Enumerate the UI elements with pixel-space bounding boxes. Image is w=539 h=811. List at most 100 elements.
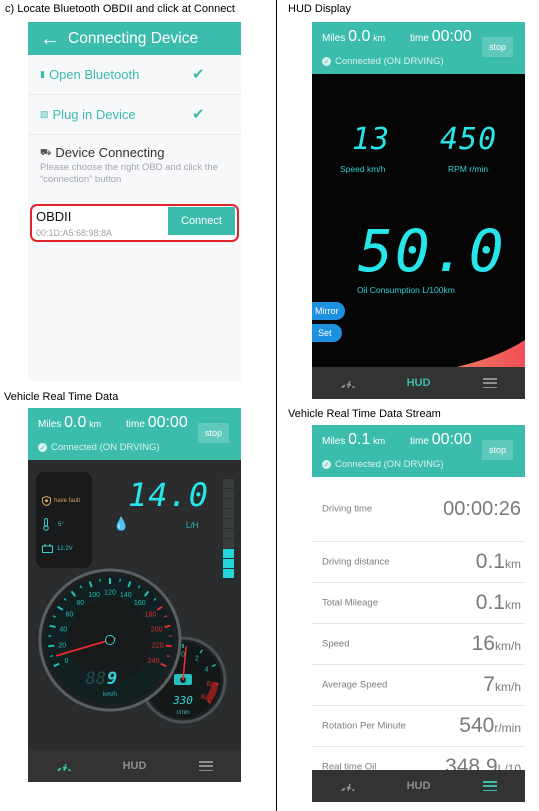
- fuel-bar-segment: [223, 509, 234, 518]
- temperature-value: 5°: [58, 521, 64, 528]
- tab-menu[interactable]: [465, 770, 515, 802]
- hud-rpm-value: 450: [440, 122, 498, 157]
- speedometer-tick-label: 220: [152, 642, 164, 649]
- value-number: 0.1: [475, 591, 505, 614]
- miles-unit: km: [89, 419, 102, 429]
- data-row-average-speed: Average Speed 7km/h: [312, 665, 525, 706]
- fuel-bar-segment: [223, 529, 234, 538]
- miles-label: Miles: [38, 419, 62, 430]
- value-unit: km/h: [494, 680, 521, 694]
- status-header: Miles 0.0 km time 00:00 ✓ Connected (ON …: [28, 408, 241, 460]
- mirror-button[interactable]: Mirror: [312, 302, 345, 320]
- miles-readout: Miles 0.1 km: [322, 431, 385, 449]
- speedometer-tick: [164, 624, 171, 629]
- battery-icon: [42, 544, 53, 553]
- connection-status: ✓ Connected (ON DRVING): [322, 459, 444, 470]
- set-button[interactable]: Set: [312, 324, 342, 342]
- thermometer-icon: [43, 518, 49, 531]
- data-row-driving-distance: Driving distance 0.1km: [312, 542, 525, 583]
- value-unit: km/h: [494, 639, 521, 653]
- status-text: Connected (ON DRVING): [335, 56, 444, 67]
- tab-hud[interactable]: HUD: [110, 750, 160, 782]
- status-text: Connected (ON DRVING): [51, 442, 160, 453]
- stop-button[interactable]: stop: [198, 423, 229, 443]
- device-name: OBDII: [36, 209, 72, 224]
- tachometer-tick-label: 6: [207, 681, 211, 688]
- bottom-tab-bar: HUD: [312, 367, 525, 399]
- tab-gauge[interactable]: [39, 750, 89, 782]
- connect-button[interactable]: Connect: [168, 207, 235, 235]
- gauge-icon: [56, 763, 71, 771]
- check-circle-icon: ✓: [38, 443, 47, 452]
- value-number: 7: [483, 673, 495, 696]
- data-label: Driving distance: [322, 556, 390, 568]
- hud-oil-value: 50.0: [358, 217, 506, 285]
- vehicle-info-card: have fault 5° 12.2V: [36, 472, 92, 568]
- tab-menu[interactable]: [181, 750, 231, 782]
- dashboard-screen: Miles 0.0 km time 00:00 ✓ Connected (ON …: [28, 408, 241, 782]
- miles-readout: Miles 0.0 km: [38, 414, 101, 432]
- speedometer-tick: [166, 655, 170, 658]
- car-icon: ⛟: [40, 146, 52, 157]
- value-number: 16: [471, 632, 495, 655]
- tachometer-tick-label: 8: [201, 694, 205, 701]
- speedometer-tick: [49, 624, 56, 629]
- connection-status: ✓ Connected (ON DRVING): [322, 56, 444, 67]
- speedometer-hub: [105, 635, 115, 645]
- data-value: 7km/h: [483, 673, 521, 697]
- step-plug-in-device[interactable]: ▧ Plug in Device ✔: [28, 95, 241, 135]
- tab-hud[interactable]: HUD: [394, 770, 444, 802]
- fuel-bar-segment: [223, 499, 234, 508]
- fuel-level-bar: [223, 479, 234, 579]
- connection-status: ✓ Connected (ON DRVING): [38, 442, 160, 453]
- fuel-bar-segment: [223, 559, 234, 568]
- speedometer-tick-label: 100: [88, 592, 100, 599]
- gauge-cluster: 02468330r/min020406080100 120 140160180200…: [38, 568, 227, 724]
- speedometer-tick-label: 60: [66, 612, 74, 619]
- device-connecting-title: Device Connecting: [55, 145, 165, 160]
- caption-hud: HUD Display: [288, 3, 351, 15]
- value-unit: km: [505, 557, 521, 571]
- tab-hud[interactable]: HUD: [394, 367, 444, 399]
- stop-button[interactable]: stop: [482, 440, 513, 460]
- data-row-driving-time: Driving time 00:00:26: [312, 477, 525, 542]
- fuel-bar-segment: [223, 479, 234, 488]
- check-circle-icon: ✓: [322, 460, 331, 469]
- speedometer-tick-label: 160: [134, 600, 146, 607]
- hud-speed-label: Speed km/h: [340, 164, 386, 174]
- tab-gauge[interactable]: [323, 367, 373, 399]
- fuel-bar-segment: [223, 549, 234, 558]
- temperature-row: 5°: [42, 518, 64, 531]
- speedometer-tick: [48, 644, 55, 648]
- data-value: 0.1km: [476, 550, 521, 574]
- step-open-bluetooth[interactable]: ▮ Open Bluetooth ✔: [28, 55, 241, 95]
- caption-realtime: Vehicle Real Time Data: [4, 391, 119, 403]
- tab-gauge[interactable]: [323, 770, 373, 802]
- device-connecting-hint: Please choose the right OBD and click th…: [40, 162, 218, 185]
- value-number: 540: [459, 714, 495, 737]
- check-icon: ✔: [192, 106, 205, 123]
- device-list-item[interactable]: OBDII 00:1D:A5:68:98:8A Connect: [30, 204, 239, 242]
- status-header: Miles 0.1 km time 00:00 ✓ Connected (ON …: [312, 425, 525, 477]
- data-row-total-mileage: Total Mileage 0.1km: [312, 583, 525, 624]
- status-header: Miles 0.0 km time 00:00 ✓ Connected (ON …: [312, 22, 525, 74]
- tab-menu[interactable]: [465, 367, 515, 399]
- value-number: 00:00:26: [443, 498, 521, 520]
- back-arrow-icon[interactable]: ←: [40, 29, 60, 49]
- fault-text: have fault: [54, 498, 81, 504]
- data-label: Total Mileage: [322, 597, 378, 609]
- data-stream-list: Driving time 00:00:26 Driving distance 0…: [312, 477, 525, 788]
- time-value: 00:00: [147, 414, 188, 431]
- fuel-rate-unit: L/H: [186, 521, 199, 530]
- plug-icon: ▧: [40, 109, 49, 119]
- speedometer-tick: [165, 644, 172, 648]
- time-label: time: [410, 436, 429, 447]
- bottom-tab-bar: HUD: [28, 750, 241, 782]
- data-stream-screen: Miles 0.1 km time 00:00 ✓ Connected (ON …: [312, 425, 525, 802]
- miles-value: 0.0: [64, 414, 87, 431]
- voltage-row: 12.2V: [42, 544, 73, 553]
- miles-label: Miles: [322, 436, 346, 447]
- stop-button[interactable]: stop: [482, 37, 513, 57]
- speedometer-unit: km/h: [103, 691, 117, 698]
- bottom-tab-bar: HUD: [312, 770, 525, 802]
